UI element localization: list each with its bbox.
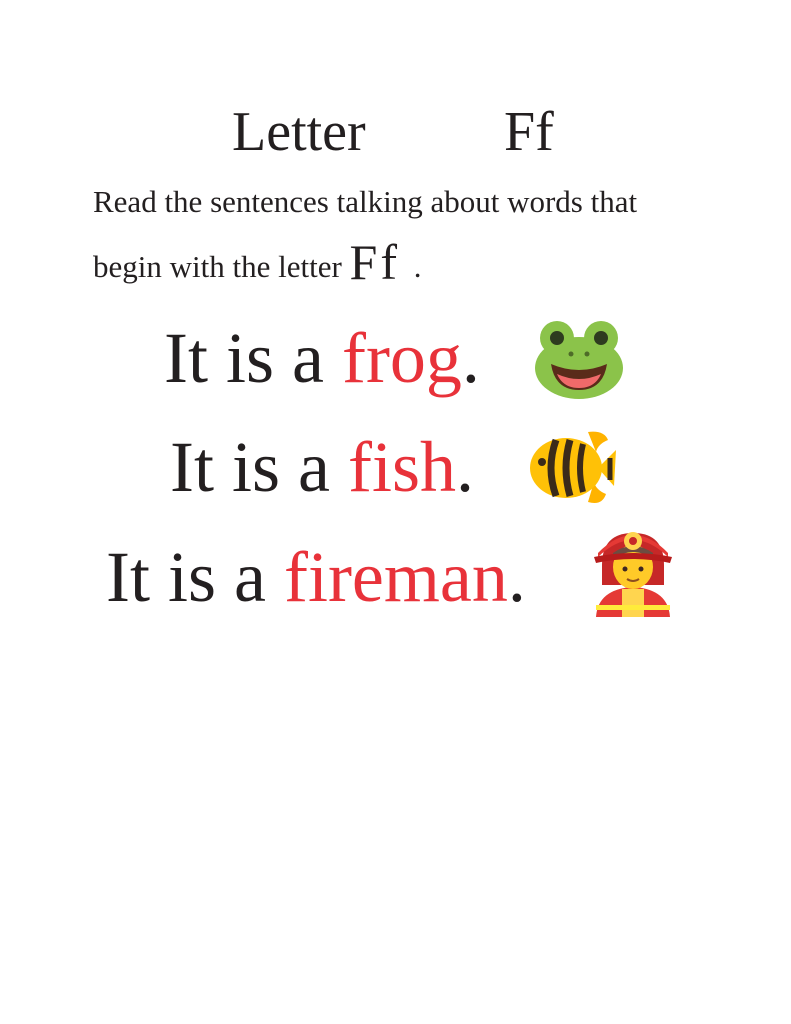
instruction-line-1: Read the sentences talking about words t… <box>93 184 638 219</box>
page-title: Letter Ff <box>232 96 592 168</box>
firefighter-icon <box>594 532 672 617</box>
sentence-word: frog <box>341 318 462 398</box>
frog-icon <box>535 321 623 399</box>
sentence-prefix: It is a <box>164 318 342 398</box>
instruction-letters: Ff <box>349 234 401 290</box>
sentence-fish: It is a fish. <box>170 422 474 512</box>
sentence-prefix: It is a <box>170 427 348 507</box>
title-letters: Ff <box>504 101 554 163</box>
sentence-period: . <box>507 537 526 617</box>
tropical-fish-icon <box>530 431 616 503</box>
sentence-period: . <box>461 318 480 398</box>
instruction-text: begin with the letter <box>93 249 342 284</box>
title-word: Letter <box>232 101 366 163</box>
instruction-period: . <box>413 249 422 284</box>
sentence-frog: It is a frog. <box>164 313 480 403</box>
sentence-period: . <box>455 427 474 507</box>
sentence-word: fish <box>347 427 456 507</box>
sentence-fireman: It is a fireman. <box>106 532 526 622</box>
sentence-word: fireman <box>283 537 508 617</box>
sentence-prefix: It is a <box>106 537 284 617</box>
instruction-line-2: begin with the letter Ff . <box>93 234 733 290</box>
